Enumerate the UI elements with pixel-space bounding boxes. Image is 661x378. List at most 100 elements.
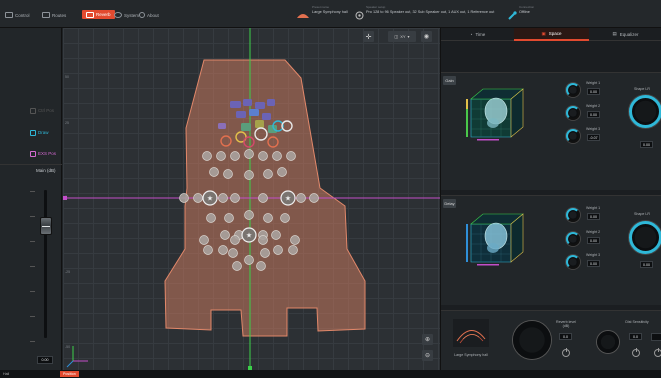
delay-weight-3-label: Weight 3 [586, 253, 601, 257]
control-icon [5, 12, 13, 18]
tab-equalizer[interactable]: ▤ Equalizer [589, 28, 661, 41]
svg-text:25: 25 [65, 121, 69, 125]
chevron-down-icon: ▾ [407, 34, 410, 39]
delay-weight-1-knob[interactable] [566, 208, 580, 222]
hall-preset-icon [297, 14, 309, 18]
fader-label: Main (dB) [36, 168, 56, 173]
zoom-out-button[interactable]: ⊖ [422, 350, 433, 361]
hall-thumbnail-label: Large Symphony hall [454, 353, 488, 357]
main-fader-value[interactable]: 0.00 [37, 356, 53, 364]
nav-control[interactable]: Control [5, 11, 30, 19]
gain-shape-value[interactable]: 0.00 [640, 141, 653, 148]
delay-weight-3-knob[interactable] [566, 255, 580, 269]
delay-shape-knob[interactable] [629, 221, 661, 254]
exs-pos-icon [30, 150, 36, 157]
reverb-level-label: Reverb level (dB) [556, 320, 576, 328]
ctrl-pos-icon [30, 107, 36, 114]
draw-button[interactable]: Draw [30, 128, 49, 137]
equalizer-icon: ▤ [612, 31, 617, 36]
gain-label: Gain [443, 76, 456, 85]
hall-stage-canvas[interactable]: 50250-25-50 [63, 28, 440, 370]
dist-sensitivity-value[interactable]: 0.0 [629, 333, 642, 340]
gain-weight-2-value[interactable]: 0.00 [587, 111, 600, 118]
view-icon: ◫ [394, 34, 399, 39]
scale-tick [30, 191, 35, 192]
extra-power-icon[interactable] [654, 348, 661, 357]
main-fader-track[interactable] [44, 190, 47, 338]
bottom-tab-position[interactable]: Position [60, 371, 79, 377]
gain-head-visual [466, 88, 524, 141]
tab-time[interactable]: ◔ Time [441, 28, 514, 41]
ctrl-pos-button[interactable]: Ctrl Pos [30, 106, 54, 115]
nav-system[interactable]: System [114, 11, 139, 19]
delay-weight-3-value[interactable]: 0.00 [587, 260, 600, 267]
dist-power-icon[interactable] [632, 348, 640, 357]
scale-tick [30, 266, 35, 267]
gain-shape-knob[interactable] [629, 95, 661, 128]
reverb-bottom-section: Large Symphony hall Reverb level (dB) 0.… [441, 310, 661, 370]
reverb-level-value[interactable]: 0.0 [559, 333, 572, 340]
gain-weight-3-label: Weight 3 [586, 127, 601, 131]
right-panel: ◔ Time ▣ Space ▤ Equalizer Gain Weight 1 0.… [440, 28, 661, 370]
exs-pos-button[interactable]: EXS Pos [30, 149, 56, 158]
reverb-icon [86, 11, 94, 18]
visibility-button[interactable]: ◉ [421, 31, 432, 42]
connection-icon [508, 11, 517, 20]
zoom-in-button[interactable]: ⊕ [422, 334, 433, 345]
crosshair-icon: ✛ [365, 33, 372, 41]
x-axis-handle [63, 196, 67, 200]
gain-weight-2-label: Weight 2 [586, 104, 601, 108]
draw-icon [30, 129, 36, 136]
delay-head-visual [466, 213, 524, 266]
svg-text:50: 50 [65, 75, 69, 79]
axis-ticks: 50250-25-50 [65, 75, 70, 349]
bottom-tab-hall[interactable]: Hall [0, 371, 12, 377]
delay-weight-1-value[interactable]: 0.00 [587, 213, 600, 220]
zoom-out-icon: ⊖ [424, 353, 431, 359]
delay-weight-2-value[interactable]: 0.00 [587, 237, 600, 244]
zoom-in-icon: ⊕ [424, 337, 431, 343]
delay-weight-1-label: Weight 1 [586, 206, 601, 210]
nav-reverb[interactable]: Reverb [82, 10, 115, 19]
dist-sensitivity-knob[interactable] [597, 331, 619, 353]
system-icon [114, 12, 122, 18]
delay-weight-2-label: Weight 2 [586, 230, 601, 234]
hall-thumbnail [453, 319, 489, 347]
nav-about[interactable]: About [139, 11, 159, 19]
connection-status[interactable]: Connection Offline [519, 5, 534, 15]
speaker-setup-selector[interactable]: Speaker setup Pro 128 to 96 Speaker out,… [366, 5, 494, 15]
svg-text:-25: -25 [65, 270, 70, 274]
delay-shape-value[interactable]: 0.00 [640, 261, 653, 268]
gain-weight-3-knob[interactable] [566, 129, 580, 143]
tab-space[interactable]: ▣ Space [514, 28, 589, 41]
crosshair-tool-button[interactable]: ✛ [363, 31, 374, 42]
svg-text:★: ★ [246, 232, 252, 240]
reverb-level-knob[interactable] [513, 321, 551, 359]
nav-routes[interactable]: Routes [42, 11, 66, 19]
reverb-power-icon[interactable] [562, 348, 570, 357]
svg-text:★: ★ [207, 195, 213, 203]
gain-weight-1-knob[interactable] [566, 83, 580, 97]
delay-shape-label: Shape LR [634, 212, 650, 216]
gain-weight-1-value[interactable]: 0.00 [587, 88, 600, 95]
extra-value-box[interactable] [651, 333, 661, 341]
about-icon [139, 12, 145, 18]
hall-map: 50250-25-50 [63, 28, 440, 370]
top-toolbar: Control Routes Reverb System About Prese… [0, 0, 661, 28]
divider [0, 164, 62, 165]
preset-selector[interactable]: Preset name Large Symphony hall [312, 5, 348, 15]
scale-tick [30, 316, 35, 317]
main-fader-handle[interactable] [40, 217, 52, 235]
left-panel: Ctrl Pos Draw EXS Pos Main (dB) [0, 28, 62, 370]
gain-weight-3-value[interactable]: -0.07 [587, 134, 600, 141]
svg-text:★: ★ [285, 195, 291, 203]
gain-weight-2-knob[interactable] [566, 106, 580, 120]
speaker-setup-icon [355, 11, 364, 20]
scale-tick [30, 241, 35, 242]
clock-icon: ◔ [469, 31, 473, 37]
bottom-tabbar: Hall Position [0, 370, 661, 378]
view-select[interactable]: ◫ XY ▾ [388, 31, 416, 42]
dist-sensitivity-label: Dist Sensitivity [625, 320, 649, 324]
routes-icon [42, 12, 50, 18]
delay-weight-2-knob[interactable] [566, 232, 580, 246]
